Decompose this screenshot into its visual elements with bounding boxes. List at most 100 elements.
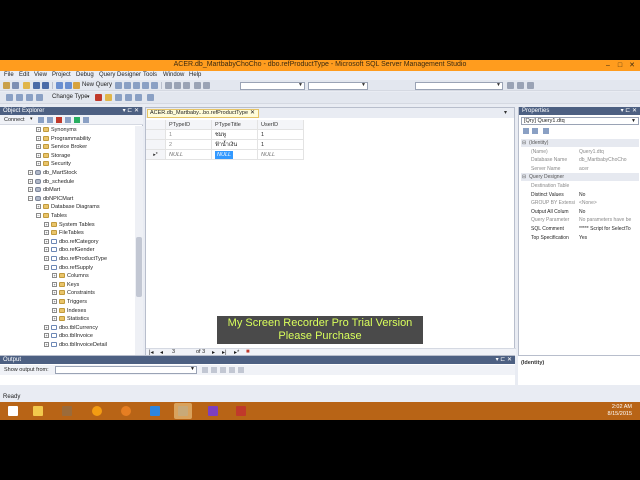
collapse-node-icon[interactable]: − <box>44 264 49 270</box>
menu-debug[interactable]: Debug <box>76 72 94 78</box>
menu-tools[interactable]: Tools <box>143 72 157 78</box>
firefox-icon[interactable] <box>117 403 135 419</box>
tree-item[interactable]: + dbo.tblInvoiceDetail <box>44 341 107 349</box>
expand-icon[interactable]: + <box>36 127 41 133</box>
tree-item[interactable]: + Statistics <box>52 315 89 323</box>
browser-orb-icon[interactable] <box>88 403 106 419</box>
expand-icon[interactable]: + <box>52 290 57 296</box>
grid-cell[interactable]: NULL <box>258 150 304 160</box>
cut-icon[interactable] <box>165 82 172 89</box>
maximize-button[interactable]: □ <box>614 61 626 70</box>
collapse-icon[interactable] <box>83 117 89 123</box>
ssms-icon[interactable] <box>174 403 192 419</box>
windows-start-icon[interactable] <box>4 403 22 419</box>
find-message-icon[interactable] <box>202 367 208 373</box>
menu-edit[interactable]: Edit <box>19 72 29 78</box>
expand-icon[interactable]: + <box>44 238 49 244</box>
property-value[interactable]: No <box>579 191 639 199</box>
expand-icon[interactable]: + <box>36 152 41 158</box>
tree-item[interactable]: + Storage <box>36 152 70 160</box>
property-row[interactable]: GROUP BY Extensi <None> <box>521 199 639 207</box>
row-selector[interactable] <box>146 130 166 140</box>
save-icon[interactable] <box>33 82 40 89</box>
grid-cell[interactable]: ชมพู <box>212 130 258 140</box>
property-row[interactable]: Destination Table <box>521 182 639 190</box>
undo-icon[interactable] <box>56 82 63 89</box>
tree-item[interactable]: + Service Broker <box>36 143 87 151</box>
expand-icon[interactable]: + <box>52 281 57 287</box>
tree-item[interactable]: + db_schedule <box>28 178 74 186</box>
expand-icon[interactable]: + <box>44 333 49 339</box>
expand-icon[interactable]: + <box>52 273 57 279</box>
connect-button[interactable]: Connect <box>4 117 25 123</box>
expand-icon[interactable]: + <box>44 221 49 227</box>
execute-icon[interactable] <box>95 94 102 101</box>
file-explorer-icon[interactable] <box>29 403 47 419</box>
redo-icon[interactable] <box>65 82 72 89</box>
visual-studio-icon[interactable] <box>204 403 222 419</box>
property-row[interactable]: SQL Comment ***** Script for SelectTo <box>521 225 639 233</box>
paste-icon[interactable] <box>183 82 190 89</box>
property-value[interactable]: <None> <box>579 199 639 207</box>
tree-item[interactable]: + dbo.tblCurrency <box>44 324 98 332</box>
media-icon[interactable] <box>58 403 76 419</box>
clear-all-icon[interactable] <box>229 367 235 373</box>
expand-icon[interactable]: + <box>44 256 49 262</box>
previous-message-icon[interactable] <box>211 367 217 373</box>
solution-config-dropdown[interactable]: ▼ <box>240 82 305 90</box>
verify-sql-icon[interactable] <box>105 94 112 101</box>
connect-object-icon[interactable] <box>38 117 44 123</box>
tree-item[interactable]: + dbMart <box>28 186 60 194</box>
expand-icon[interactable]: + <box>44 247 49 253</box>
panel-pin-icon[interactable]: ▾ ⊏ ✕ <box>123 107 139 115</box>
property-value[interactable]: ***** Script for SelectTo <box>579 225 639 233</box>
refresh-icon[interactable] <box>74 117 80 123</box>
property-value[interactable]: No parameters have be <box>579 216 639 224</box>
close-tab-icon[interactable]: ✕ <box>250 110 255 117</box>
tree-item[interactable]: + dbo.tblInvoice <box>44 332 93 340</box>
mdx-query-icon[interactable] <box>133 82 140 89</box>
system-clock[interactable]: 2:02 AM 8/15/2015 <box>608 404 632 418</box>
copy-icon[interactable] <box>174 82 181 89</box>
expand-icon[interactable]: + <box>44 324 49 330</box>
dmx-query-icon[interactable] <box>142 82 149 89</box>
expand-icon[interactable]: + <box>44 342 49 348</box>
show-sql-icon[interactable] <box>26 94 33 101</box>
tree-item[interactable]: + db_MartStock <box>28 169 77 177</box>
expand-icon[interactable]: + <box>36 161 41 167</box>
internet-explorer-icon[interactable] <box>146 403 164 419</box>
xmla-query-icon[interactable] <box>151 82 158 89</box>
row-selector[interactable]: ▸* <box>146 150 166 160</box>
tree-item[interactable]: + dbo.refGender <box>44 246 94 254</box>
property-row[interactable]: Distinct Values No <box>521 191 639 199</box>
show-diagram-icon[interactable] <box>6 94 13 101</box>
new-file-icon[interactable] <box>12 82 19 89</box>
expand-icon[interactable]: + <box>36 144 41 150</box>
document-tab[interactable]: ACER.db_Martbaby...bo.refProductType ✕ <box>147 109 259 118</box>
menu-query-designer[interactable]: Query Designer <box>99 72 141 78</box>
expand-icon[interactable]: + <box>52 299 57 305</box>
property-row[interactable]: (Name) Query1.dtq <box>521 148 639 156</box>
tree-item[interactable]: + dbo.refProductType <box>44 255 107 263</box>
show-results-icon[interactable] <box>36 94 43 101</box>
grid-corner[interactable] <box>146 120 166 130</box>
grid-cell[interactable]: NULL <box>212 150 258 160</box>
analysis-query-icon[interactable] <box>124 82 131 89</box>
solution-explorer-icon[interactable] <box>517 82 524 89</box>
tree-item[interactable]: + Triggers <box>52 298 87 306</box>
word-wrap-icon[interactable] <box>238 367 244 373</box>
change-type-button[interactable]: Change Type <box>52 94 88 100</box>
menu-help[interactable]: Help <box>189 72 201 78</box>
property-category[interactable]: ⊟ Query Designer <box>521 173 639 182</box>
menu-window[interactable]: Window <box>163 72 184 78</box>
tree-item[interactable]: − dbNPICMart <box>28 195 73 203</box>
grid-cell[interactable]: 2 <box>166 140 212 150</box>
tree-item[interactable]: + FileTables <box>44 229 84 237</box>
new-project-icon[interactable] <box>3 82 10 89</box>
property-row[interactable]: Output All Colum No <box>521 208 639 216</box>
collapse-node-icon[interactable]: − <box>36 213 41 219</box>
property-value[interactable]: No <box>579 208 639 216</box>
save-all-icon[interactable] <box>42 82 49 89</box>
menu-view[interactable]: View <box>34 72 47 78</box>
property-category[interactable]: ⊟ (Identity) <box>521 139 639 147</box>
